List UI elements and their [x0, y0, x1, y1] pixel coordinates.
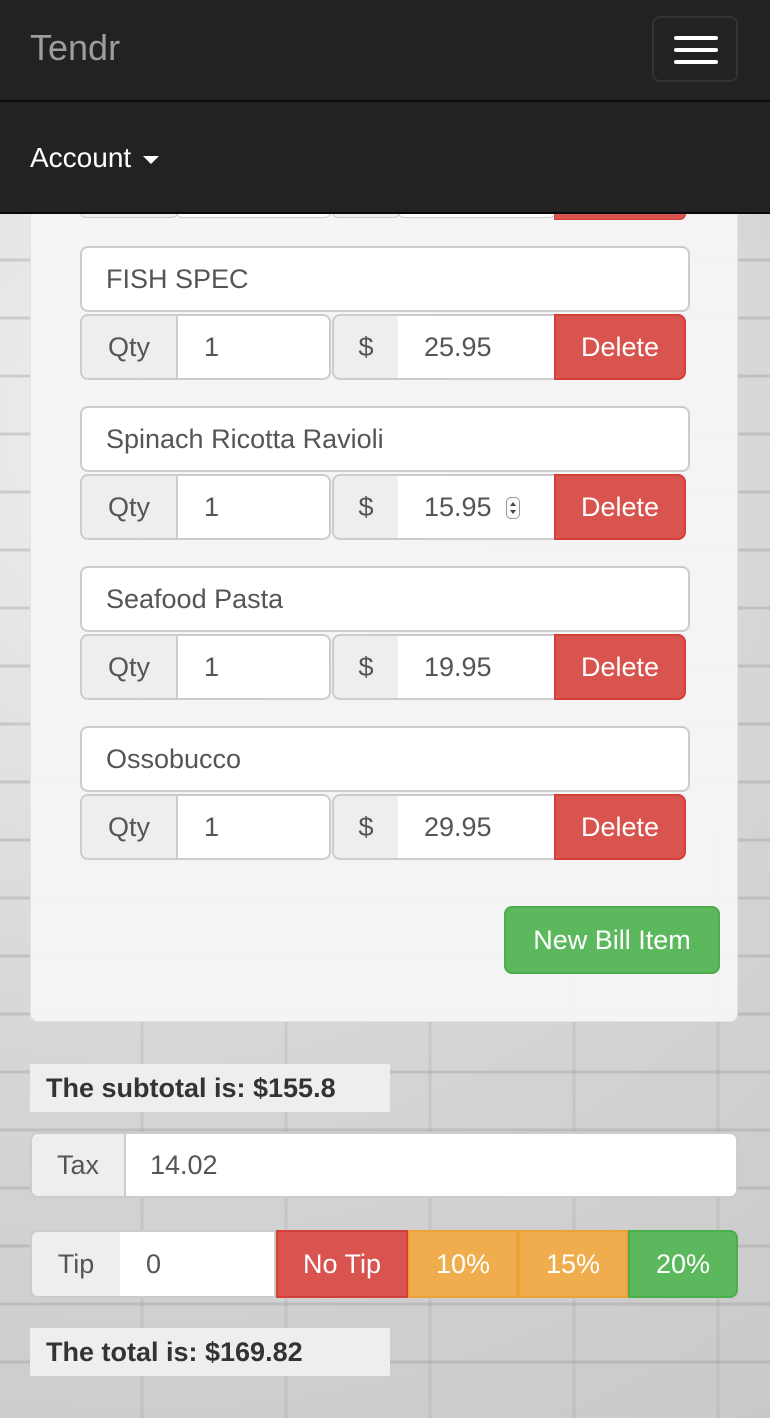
caret-down-icon — [143, 155, 160, 164]
tip-addon: Tip — [30, 1230, 122, 1298]
qty-input[interactable]: 1 — [176, 794, 331, 860]
hamburger-icon — [674, 60, 718, 64]
price-input[interactable]: 25.95 — [398, 314, 556, 380]
navbar-header: Tendr — [0, 0, 770, 102]
hamburger-icon — [674, 36, 718, 40]
delete-button[interactable]: Delete — [554, 314, 686, 380]
currency-addon: $ — [332, 634, 400, 700]
tip-input[interactable]: 0 — [120, 1230, 276, 1298]
price-input[interactable]: 19.95 — [398, 634, 556, 700]
price-input[interactable]: 15.95 — [398, 474, 556, 540]
total-text: The total is: $169.82 — [30, 1328, 390, 1376]
number-spinner-icon[interactable] — [506, 497, 520, 519]
brand-logo[interactable]: Tendr — [30, 28, 120, 68]
bill-item-row: Qty 1 $ 29.95 Delete — [80, 794, 686, 860]
bill-item-row: Qty 1 $ 15.95 Delete — [80, 474, 686, 540]
qty-input[interactable]: 1 — [176, 314, 331, 380]
tax-input-group: Tax 14.02 — [30, 1132, 738, 1198]
qty-addon: Qty — [80, 794, 178, 860]
account-dropdown[interactable]: Account — [30, 140, 160, 176]
qty-addon: Qty — [80, 634, 178, 700]
navbar: Tendr Account — [0, 0, 770, 214]
delete-button[interactable]: Delete — [554, 474, 686, 540]
tax-addon: Tax — [30, 1132, 126, 1198]
price-value: 15.95 — [424, 492, 492, 522]
qty-addon: Qty — [80, 474, 178, 540]
delete-button[interactable]: Delete — [554, 794, 686, 860]
new-bill-item-button[interactable]: New Bill Item — [504, 906, 720, 974]
tip-15-button[interactable]: 15% — [518, 1230, 628, 1298]
delete-button[interactable]: Delete — [554, 634, 686, 700]
hamburger-icon — [674, 48, 718, 52]
item-name-input[interactable]: Spinach Ricotta Ravioli — [80, 406, 690, 472]
no-tip-button[interactable]: No Tip — [276, 1230, 408, 1298]
tip-20-button[interactable]: 20% — [628, 1230, 738, 1298]
subtotal-text: The subtotal is: $155.8 — [30, 1064, 390, 1112]
menu-toggle-button[interactable] — [652, 16, 738, 82]
item-name-input[interactable]: FISH SPEC — [80, 246, 690, 312]
item-name-input[interactable]: Seafood Pasta — [80, 566, 690, 632]
qty-input[interactable]: 1 — [176, 474, 331, 540]
price-input[interactable]: 29.95 — [398, 794, 556, 860]
qty-addon: Qty — [80, 314, 178, 380]
tax-input[interactable]: 14.02 — [124, 1132, 738, 1198]
bill-item-row: Qty 1 $ 25.95 Delete — [80, 314, 686, 380]
account-label: Account — [30, 142, 132, 173]
currency-addon: $ — [332, 474, 400, 540]
tip-input-group: Tip 0 No Tip 10% 15% 20% — [30, 1230, 738, 1298]
tip-10-button[interactable]: 10% — [408, 1230, 518, 1298]
bill-item-row: Qty 1 $ 19.95 Delete — [80, 634, 686, 700]
item-name-input[interactable]: Ossobucco — [80, 726, 690, 792]
currency-addon: $ — [332, 314, 400, 380]
currency-addon: $ — [332, 794, 400, 860]
qty-input[interactable]: 1 — [176, 634, 331, 700]
